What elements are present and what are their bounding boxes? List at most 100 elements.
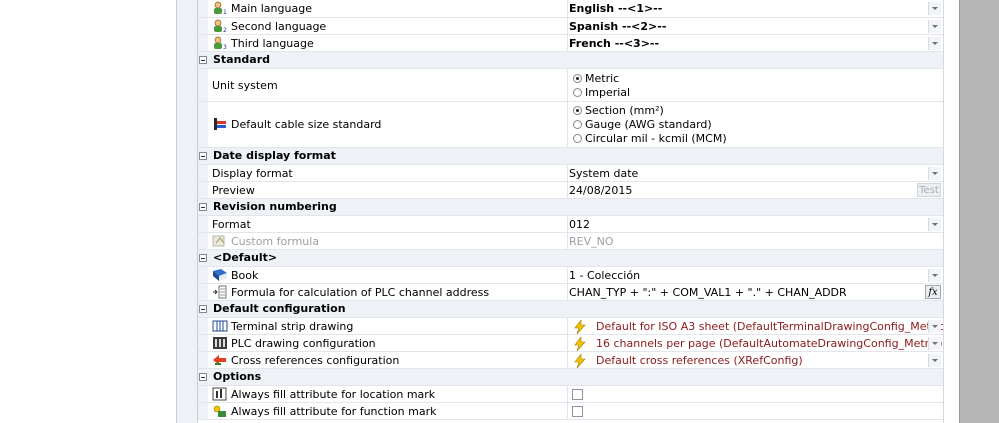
formula-editor-button[interactable]: fx [925, 285, 941, 299]
row-plc-drawing[interactable]: PLC drawing configuration 16 channels pe… [198, 335, 943, 352]
category-revision-label: Revision numbering [213, 200, 337, 213]
category-default-label: <Default> [213, 251, 278, 264]
third-language-label: Third language [231, 37, 314, 50]
chevron-down-icon[interactable] [928, 218, 941, 231]
chevron-down-icon[interactable] [928, 320, 941, 333]
location-mark-label: Always fill attribute for location mark [231, 388, 436, 401]
row-location-mark[interactable]: Always fill attribute for location mark [198, 386, 943, 403]
book-label: Book [231, 269, 259, 282]
property-grid: 1 Main language English --<1>-- 2 Second… [198, 0, 949, 423]
chevron-down-icon[interactable] [928, 167, 941, 180]
collapse-icon[interactable] [199, 305, 207, 313]
chevron-down-icon[interactable] [928, 20, 941, 33]
scrollbar-track[interactable] [943, 0, 959, 423]
formula-icon [212, 235, 225, 247]
row-book[interactable]: Book 1 - Colección [198, 267, 943, 284]
svg-text:1: 1 [223, 9, 227, 15]
cable-size-label: Default cable size standard [231, 118, 382, 131]
radio-circular-mil[interactable]: Circular mil - kcmil (MCM) [573, 132, 727, 145]
collapse-icon[interactable] [199, 254, 207, 262]
plc-formula-label: Formula for calculation of PLC channel a… [231, 286, 490, 299]
collapse-icon[interactable] [199, 203, 207, 211]
chevron-down-icon[interactable] [928, 37, 941, 50]
row-cable-size[interactable]: Default cable size standard Section (mm²… [198, 102, 943, 148]
terminal-strip-label: Terminal strip drawing [231, 320, 354, 333]
chevron-down-icon[interactable] [928, 354, 941, 367]
cable-icon [214, 118, 226, 130]
main-language-label: Main language [231, 2, 312, 15]
plc-address-icon [213, 285, 227, 299]
display-format-value[interactable]: System date [569, 167, 638, 180]
category-date-format-label: Date display format [213, 149, 336, 162]
category-options[interactable]: Options [198, 369, 943, 386]
second-language-value[interactable]: Spanish --<2>-- [569, 20, 666, 33]
plc-drawing-label: PLC drawing configuration [231, 337, 376, 350]
svg-text:2: 2 [223, 27, 227, 33]
language-user-icon: 3 [214, 36, 227, 50]
left-border [176, 0, 198, 423]
language-user-icon: 2 [214, 19, 227, 33]
function-mark-icon [213, 405, 226, 417]
radio-metric[interactable]: Metric [573, 72, 619, 85]
category-standard-label: Standard [213, 53, 271, 66]
row-plc-formula[interactable]: Formula for calculation of PLC channel a… [198, 284, 943, 301]
collapse-icon[interactable] [199, 373, 207, 381]
row-display-format[interactable]: Display format System date [198, 165, 943, 182]
unit-system-label: Unit system [212, 79, 278, 92]
svg-text:3: 3 [223, 44, 227, 50]
cross-references-value[interactable]: Default cross references (XRefConfig) [596, 354, 803, 367]
radio-gauge[interactable]: Gauge (AWG standard) [573, 118, 712, 131]
chevron-down-icon[interactable] [928, 337, 941, 350]
category-standard[interactable]: Standard [198, 52, 943, 69]
row-third-language[interactable]: 3 Third language French --<3>-- [198, 35, 943, 52]
row-preview[interactable]: Preview 24/08/2015 Test [198, 182, 943, 199]
row-cross-references[interactable]: Cross references configuration Default c… [198, 352, 943, 369]
test-button[interactable]: Test [917, 183, 941, 197]
cross-reference-icon [213, 355, 226, 365]
revision-format-value[interactable]: 012 [569, 218, 590, 231]
row-custom-formula: Custom formula REV_NO [198, 233, 943, 250]
row-revision-format[interactable]: Format 012 [198, 216, 943, 233]
second-language-label: Second language [231, 20, 327, 33]
row-unit-system[interactable]: Unit system Metric Imperial [198, 69, 943, 102]
lightning-icon [574, 337, 586, 351]
collapse-icon[interactable] [199, 152, 207, 160]
function-mark-label: Always fill attribute for function mark [231, 405, 437, 418]
plc-drawing-value[interactable]: 16 channels per page (DefaultAutomateDra… [596, 337, 943, 350]
row-function-mark[interactable]: Always fill attribute for function mark [198, 403, 943, 420]
plc-formula-value[interactable]: CHAN_TYP + ":" + COM_VAL1 + "." + CHAN_A… [569, 286, 847, 299]
book-value[interactable]: 1 - Colección [569, 269, 640, 282]
third-language-value[interactable]: French --<3>-- [569, 37, 659, 50]
collapse-icon[interactable] [199, 56, 207, 64]
lightning-icon [574, 320, 586, 334]
window-frame [959, 0, 999, 423]
main-language-value[interactable]: English --<1>-- [569, 2, 662, 15]
row-second-language[interactable]: 2 Second language Spanish --<2>-- [198, 18, 943, 35]
radio-imperial[interactable]: Imperial [573, 86, 630, 99]
location-mark-checkbox[interactable] [572, 389, 583, 400]
radio-section[interactable]: Section (mm²) [573, 104, 664, 117]
terminal-strip-value[interactable]: Default for ISO A3 sheet (DefaultTermina… [596, 320, 949, 333]
category-date-format[interactable]: Date display format [198, 148, 943, 165]
row-main-language[interactable]: 1 Main language English --<1>-- [198, 0, 943, 18]
chevron-down-icon[interactable] [928, 269, 941, 282]
language-user-icon: 1 [214, 1, 227, 15]
display-format-label: Display format [212, 167, 293, 180]
category-revision[interactable]: Revision numbering [198, 199, 943, 216]
custom-formula-value: REV_NO [569, 235, 614, 248]
category-default[interactable]: <Default> [198, 250, 943, 267]
function-mark-checkbox[interactable] [572, 406, 583, 417]
plc-drawing-icon [213, 337, 227, 349]
custom-formula-label: Custom formula [231, 235, 320, 248]
book-icon [213, 269, 227, 281]
row-terminal-strip[interactable]: Terminal strip drawing Default for ISO A… [198, 318, 949, 335]
location-mark-icon [212, 387, 227, 401]
cross-references-label: Cross references configuration [231, 354, 400, 367]
category-default-configuration[interactable]: Default configuration [198, 301, 943, 318]
chevron-down-icon[interactable] [928, 2, 941, 15]
lightning-icon [574, 354, 586, 368]
preview-label: Preview [212, 184, 255, 197]
preview-value: 24/08/2015 [569, 184, 633, 197]
revision-format-label: Format [212, 218, 251, 231]
left-panel [0, 0, 176, 423]
